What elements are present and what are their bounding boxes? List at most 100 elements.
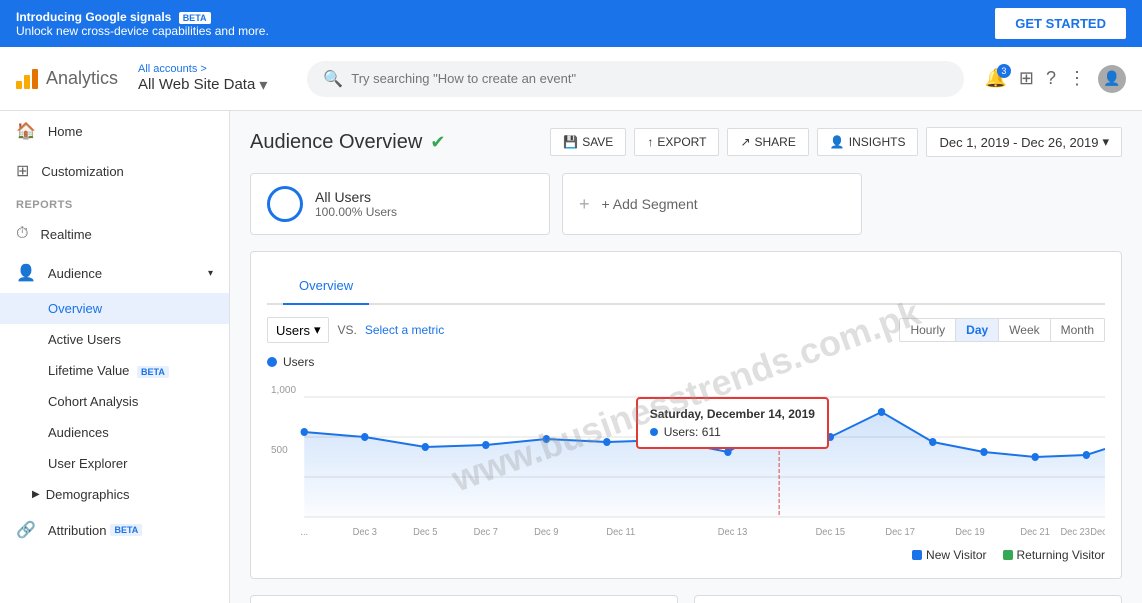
- select-metric-link[interactable]: Select a metric: [365, 323, 444, 337]
- notification-badge: 3: [997, 64, 1011, 78]
- search-input[interactable]: [351, 71, 948, 86]
- reports-section-label: REPORTS: [0, 191, 229, 215]
- export-button[interactable]: ↑ EXPORT: [634, 128, 719, 156]
- segment-info: All Users 100.00% Users: [315, 189, 397, 219]
- verified-icon: ✔: [430, 132, 445, 153]
- sidebar-item-lifetime-value[interactable]: Lifetime Value BETA: [0, 355, 229, 386]
- users-legend-label: Users: [283, 355, 314, 369]
- header-buttons: 💾 SAVE ↑ EXPORT ↗ SHARE 👤 INSIGHTS: [550, 127, 1122, 157]
- returning-visitor-color: [1003, 550, 1013, 560]
- svg-text:Dec 11: Dec 11: [606, 527, 635, 537]
- dropdown-chevron-icon: ▾: [314, 322, 321, 338]
- svg-text:Dec 13: Dec 13: [718, 527, 747, 537]
- audience-icon: 👤: [16, 263, 36, 283]
- metric-dropdown[interactable]: Users ▾: [267, 317, 329, 343]
- home-icon: 🏠: [16, 121, 36, 141]
- users-metric-card: Users 10,499: [250, 595, 678, 603]
- main-layout: 🏠 Home ⊞ Customization REPORTS ⏱ Realtim…: [0, 111, 1142, 603]
- bottom-metrics: Users 10,499 New Users 10,273: [250, 595, 1122, 603]
- sidebar: 🏠 Home ⊞ Customization REPORTS ⏱ Realtim…: [0, 111, 230, 603]
- content-wrapper: Audience Overview ✔ 💾 SAVE ↑ EXPORT ↗ SH…: [250, 127, 1122, 603]
- returning-visitor-legend: Returning Visitor: [1003, 548, 1106, 562]
- customization-icon: ⊞: [16, 161, 29, 181]
- property-selector[interactable]: All Web Site Data ▾: [138, 75, 267, 95]
- segment-circle: [267, 186, 303, 222]
- save-button[interactable]: 💾 SAVE: [550, 128, 626, 156]
- audience-expand-icon: ▾: [208, 268, 213, 279]
- svg-text:Dec 17: Dec 17: [885, 527, 914, 537]
- chart-legend: Users: [267, 355, 1105, 369]
- sidebar-item-customization[interactable]: ⊞ Customization: [0, 151, 229, 191]
- sidebar-item-audiences[interactable]: Audiences: [0, 417, 229, 448]
- sidebar-item-active-users[interactable]: Active Users: [0, 324, 229, 355]
- account-selector[interactable]: All accounts > All Web Site Data ▾: [138, 63, 267, 95]
- save-icon: 💾: [563, 135, 578, 149]
- more-icon[interactable]: ⋮: [1068, 68, 1086, 89]
- time-btn-day[interactable]: Day: [955, 318, 999, 342]
- svg-text:Dec 7: Dec 7: [474, 527, 498, 537]
- get-started-button[interactable]: GET STARTED: [995, 8, 1126, 39]
- tab-row: Overview: [267, 268, 1105, 305]
- sidebar-item-realtime[interactable]: ⏱ Realtime: [0, 215, 229, 253]
- chart-svg-container: 1,000 500: [267, 377, 1105, 540]
- date-range-picker[interactable]: Dec 1, 2019 - Dec 26, 2019 ▾: [926, 127, 1122, 157]
- chevron-down-icon: ▾: [1102, 134, 1109, 150]
- time-buttons: Hourly Day Week Month: [900, 318, 1105, 342]
- insights-icon: 👤: [830, 135, 845, 149]
- all-users-segment[interactable]: All Users 100.00% Users: [250, 173, 550, 235]
- svg-text:Dec 23: Dec 23: [1060, 527, 1089, 537]
- sidebar-item-home[interactable]: 🏠 Home: [0, 111, 229, 151]
- announcement-subtitle: Unlock new cross-device capabilities and…: [16, 24, 269, 38]
- app-name: Analytics: [46, 68, 118, 89]
- announcement-title: Introducing Google signals BETA: [16, 10, 269, 24]
- tab-overview[interactable]: Overview: [283, 268, 369, 305]
- share-icon: ↗: [740, 135, 750, 149]
- announcement-bar: Introducing Google signals BETA Unlock n…: [0, 0, 1142, 47]
- svg-text:Dec 15: Dec 15: [816, 527, 845, 537]
- sidebar-item-overview[interactable]: Overview: [0, 293, 229, 324]
- vs-label: VS.: [337, 323, 356, 337]
- export-icon: ↑: [647, 135, 653, 149]
- account-icon[interactable]: 👤: [1098, 65, 1126, 93]
- sidebar-item-user-explorer[interactable]: User Explorer: [0, 448, 229, 479]
- help-icon[interactable]: ?: [1046, 68, 1056, 89]
- new-users-metric-card: New Users 10,273: [694, 595, 1122, 603]
- share-button[interactable]: ↗ SHARE: [727, 128, 808, 156]
- notification-icon[interactable]: 🔔 3: [984, 68, 1006, 89]
- sidebar-item-cohort-analysis[interactable]: Cohort Analysis: [0, 386, 229, 417]
- svg-text:Dec 21: Dec 21: [1020, 527, 1049, 537]
- add-icon: +: [579, 194, 590, 214]
- time-btn-hourly[interactable]: Hourly: [899, 318, 956, 342]
- sidebar-item-audience[interactable]: 👤 Audience ▾: [0, 253, 229, 293]
- announcement-text: Introducing Google signals BETA Unlock n…: [16, 10, 269, 38]
- app-header: Analytics All accounts > All Web Site Da…: [0, 47, 1142, 111]
- grid-icon[interactable]: ⊞: [1019, 68, 1034, 89]
- y-axis-1000: 1,000: [271, 385, 296, 396]
- breadcrumb[interactable]: All accounts >: [138, 63, 267, 75]
- segment-cards: All Users 100.00% Users + + Add Segment: [250, 173, 1122, 235]
- users-legend-dot: [267, 357, 277, 367]
- sidebar-item-demographics[interactable]: ▶ Demographics: [0, 479, 229, 510]
- chart-container: Overview Users ▾ VS. Select a metric Hou…: [250, 251, 1122, 579]
- search-bar[interactable]: 🔍: [307, 61, 964, 97]
- chart-svg: ... Dec 3 Dec 5 Dec 7 Dec 9 Dec 11 Dec 1…: [267, 377, 1105, 537]
- new-visitor-legend: New Visitor: [912, 548, 986, 562]
- insights-button[interactable]: 👤 INSIGHTS: [817, 128, 919, 156]
- main-content: Audience Overview ✔ 💾 SAVE ↑ EXPORT ↗ SH…: [230, 111, 1142, 603]
- time-btn-month[interactable]: Month: [1050, 318, 1105, 342]
- header-actions: 🔔 3 ⊞ ? ⋮ 👤: [984, 65, 1126, 93]
- add-segment-circle: +: [579, 194, 590, 215]
- metric-selector: Users ▾ VS. Select a metric: [267, 317, 444, 343]
- attribution-icon: 🔗: [16, 520, 36, 540]
- page-header: Audience Overview ✔ 💾 SAVE ↑ EXPORT ↗ SH…: [250, 127, 1122, 157]
- svg-text:Dec 9: Dec 9: [534, 527, 558, 537]
- chart-controls: Users ▾ VS. Select a metric Hourly Day W…: [267, 317, 1105, 343]
- svg-text:Dec 19: Dec 19: [955, 527, 984, 537]
- add-segment-card[interactable]: + + Add Segment: [562, 173, 862, 235]
- demographics-expand-icon: ▶: [32, 489, 40, 500]
- y-axis-500: 500: [271, 445, 288, 456]
- realtime-icon: ⏱: [16, 225, 28, 243]
- time-btn-week[interactable]: Week: [998, 318, 1050, 342]
- logo-area: Analytics: [16, 68, 118, 89]
- sidebar-item-attribution[interactable]: 🔗 Attribution BETA: [0, 510, 229, 550]
